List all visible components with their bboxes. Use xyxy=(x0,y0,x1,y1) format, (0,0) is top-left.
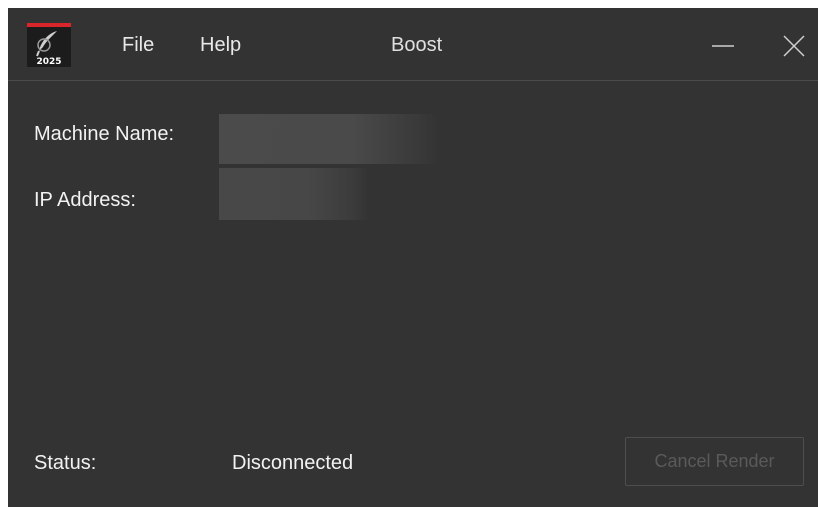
logo-year: 2025 xyxy=(36,57,61,67)
minimize-icon xyxy=(712,45,734,47)
close-icon xyxy=(783,35,805,57)
app-window: 2025 File Help Boost Machine Name: IP Ad… xyxy=(8,8,818,507)
ip-address-value-redacted xyxy=(219,168,369,220)
close-button[interactable] xyxy=(774,26,814,66)
cancel-render-button[interactable]: Cancel Render xyxy=(625,437,804,486)
machine-name-value-redacted xyxy=(219,114,439,164)
ip-address-label: IP Address: xyxy=(34,189,136,211)
status-label: Status: xyxy=(34,452,97,474)
menu-help[interactable]: Help xyxy=(200,33,241,57)
menu-file[interactable]: File xyxy=(122,33,154,57)
title-bar[interactable]: 2025 File Help Boost xyxy=(8,8,818,81)
minimize-button[interactable] xyxy=(703,26,743,66)
window-title: Boost xyxy=(391,34,443,56)
machine-name-label: Machine Name: xyxy=(34,123,175,145)
status-value: Disconnected xyxy=(232,452,354,474)
app-logo-icon: 2025 xyxy=(27,23,71,67)
